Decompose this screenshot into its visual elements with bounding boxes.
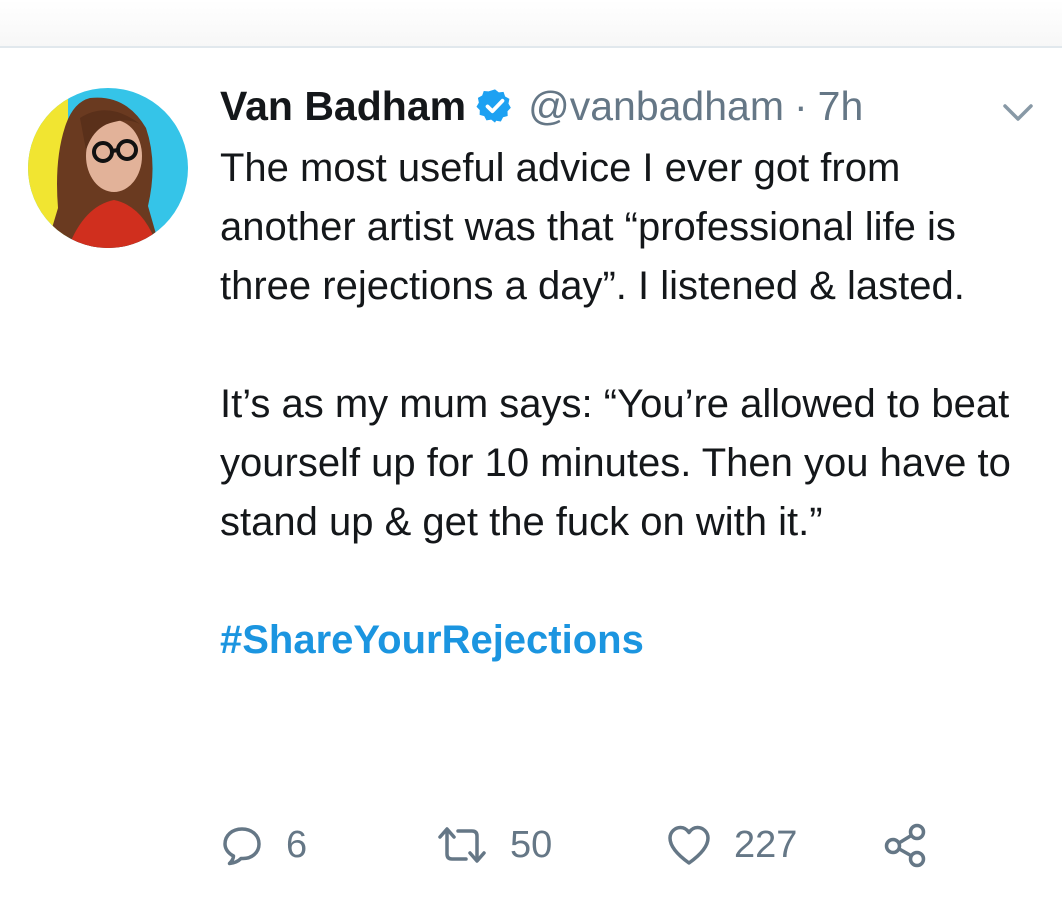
like-count: 227	[734, 823, 798, 866]
like-button[interactable]: 227	[666, 820, 797, 870]
top-bar	[0, 0, 1062, 46]
tweet-paragraph: It’s as my mum says: “You’re allowed to …	[220, 382, 1011, 544]
separator-dot: ·	[793, 82, 808, 129]
chevron-down-icon[interactable]	[1000, 98, 1036, 126]
tweet-paragraph: The most useful advice I ever got from a…	[220, 146, 965, 308]
reply-count: 6	[286, 823, 308, 866]
retweet-count: 50	[510, 823, 553, 866]
verified-badge-icon	[476, 87, 514, 125]
author-handle[interactable]: @vanbadham	[528, 83, 784, 130]
hashtag-link[interactable]: #ShareYourRejections	[220, 618, 644, 662]
avatar[interactable]	[28, 88, 188, 248]
like-icon	[666, 823, 712, 867]
divider	[0, 46, 1062, 48]
tweet-body: The most useful advice I ever got from a…	[220, 139, 1040, 670]
retweet-button[interactable]: 50	[436, 820, 552, 870]
tweet-actions: 6 50 227	[220, 820, 980, 870]
reply-button[interactable]: 6	[220, 820, 307, 870]
share-button[interactable]	[882, 820, 930, 870]
tweet-timestamp[interactable]: 7h	[818, 83, 864, 130]
author-name[interactable]: Van Badham	[220, 83, 466, 130]
tweet-header: Van Badham @vanbadham · 7h	[220, 82, 863, 130]
retweet-icon	[436, 823, 488, 867]
share-icon	[882, 821, 930, 869]
reply-icon	[220, 823, 264, 867]
